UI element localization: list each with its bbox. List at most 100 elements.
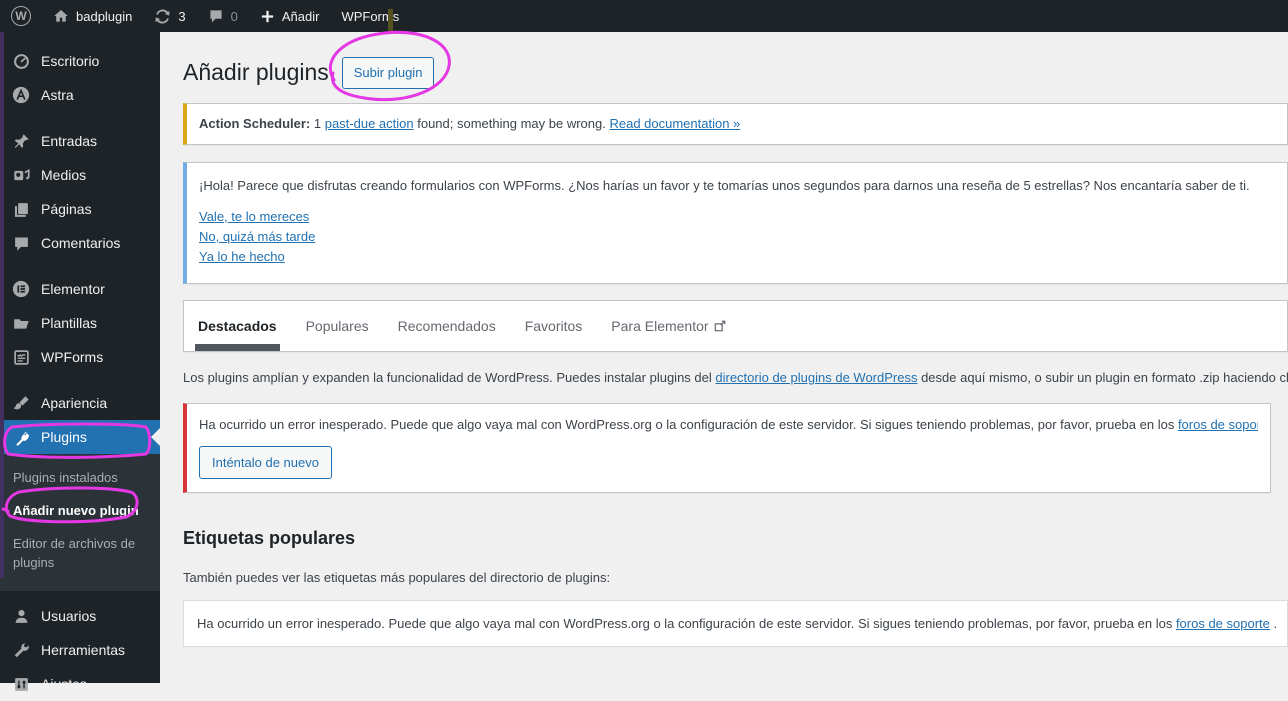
submenu-item-editor-archivos-plugins[interactable]: Editor de archivos de plugins (0, 528, 150, 580)
sidebar-item-label: Plugins (41, 429, 87, 445)
sidebar-item-label: Herramientas (41, 642, 126, 659)
submenu-item-label: Plugins instalados (13, 470, 118, 485)
sidebar-separator (0, 260, 160, 272)
sidebar-item-elementor[interactable]: Elementor (0, 272, 160, 306)
site-name: badplugin (76, 8, 133, 24)
comment-bubble-icon (208, 8, 224, 24)
sidebar-item-label: WPForms (41, 349, 104, 365)
tab-label: Destacados (198, 318, 277, 334)
updates-count: 3 (178, 8, 186, 24)
sidebar-item-label: Medios (41, 167, 87, 183)
tab-label: Favoritos (524, 318, 583, 334)
review-later-link[interactable]: No, quizá más tarde (199, 227, 315, 247)
tab-recomendados[interactable]: Recomendados (398, 301, 496, 351)
new-content-label: Añadir (281, 8, 320, 24)
settings-icon (11, 674, 31, 694)
sidebar-separator (0, 374, 160, 386)
tab-label: Populares (305, 318, 369, 334)
sidebar-item-herramientas[interactable]: Herramientas (0, 633, 160, 667)
media-icon (11, 165, 31, 185)
astra-icon (11, 85, 31, 105)
comments-indicator[interactable]: 0 (197, 0, 249, 32)
site-home-link[interactable]: badplugin (42, 0, 143, 32)
submenu-item-label: Añadir nuevo plugin (13, 502, 139, 518)
popular-tags-description: También puedes ver las etiquetas más pop… (183, 570, 611, 585)
sidebar-item-escritorio[interactable]: Escritorio (0, 44, 160, 78)
sidebar-item-entradas[interactable]: Entradas (0, 124, 160, 158)
intro-text: Los plugins amplían y expanden la funcio… (183, 370, 1288, 385)
sidebar-separator (0, 112, 160, 124)
sidebar-item-astra[interactable]: Astra (0, 78, 160, 112)
pushpin-icon (11, 131, 31, 151)
filter-links: Destacados Populares Recomendados Favori… (195, 301, 726, 351)
tags-error-box: Ha ocurrido un error inesperado. Puede q… (183, 600, 1288, 647)
tab-populares[interactable]: Populares (306, 301, 369, 351)
home-icon (53, 8, 69, 24)
error-text: Ha ocurrido un error inesperado. Puede q… (197, 616, 1176, 631)
action-scheduler-notice: Action Scheduler: 1 past-due action foun… (183, 103, 1288, 145)
wpforms-review-links: Vale, te lo mereces No, quizá más tarde … (199, 207, 1275, 267)
error-text: Ha ocurrido un error inesperado. Puede q… (199, 417, 1178, 432)
comments-icon (11, 233, 31, 253)
sidebar-item-usuarios[interactable]: Usuarios (0, 599, 160, 633)
wpforms-review-notice: ¡Hola! Parece que disfrutas creando form… (183, 161, 1288, 284)
admin-bar: W badplugin 3 0 Añadir WPForms (0, 0, 1288, 32)
past-due-action-link[interactable]: past-due action (325, 116, 414, 131)
sidebar-item-label: Apariencia (41, 395, 108, 411)
submenu-item-plugins-instalados[interactable]: Plugins instalados (0, 462, 160, 495)
page-header: Añadir plugins Subir plugin (183, 55, 1288, 91)
sidebar-item-apariencia[interactable]: Apariencia (0, 386, 160, 420)
artifact-mark (388, 9, 393, 31)
popular-tags-heading: Etiquetas populares (183, 528, 356, 548)
tab-destacados[interactable]: Destacados (195, 301, 280, 351)
sidebar-item-label: Elementor (41, 281, 105, 297)
sidebar-item-label: Páginas (41, 201, 92, 217)
sidebar-item-ajustes[interactable]: Ajustes (0, 667, 160, 701)
sidebar-item-label: Comentarios (41, 235, 121, 251)
error-message: Ha ocurrido un error inesperado. Puede q… (199, 415, 1258, 435)
updates-indicator[interactable]: 3 (143, 0, 196, 32)
sidebar-item-paginas[interactable]: Páginas (0, 192, 160, 226)
wordpress-logo-icon: W (11, 6, 31, 26)
sidebar-separator (0, 591, 160, 599)
window-edge-strip (0, 32, 4, 578)
submenu-item-label: Editor de archivos de plugins (13, 535, 136, 570)
review-done-link[interactable]: Ya lo he hecho (199, 247, 285, 267)
sidebar-item-medios[interactable]: Medios (0, 158, 160, 192)
error-text-suffix: . (1269, 616, 1278, 631)
sidebar-item-wpforms[interactable]: WPForms (0, 340, 160, 374)
plugin-directory-link[interactable]: directorio de plugins de WordPress (715, 370, 917, 385)
sidebar-item-plantillas[interactable]: Plantillas (0, 306, 160, 340)
wpforms-review-message: ¡Hola! Parece que disfrutas creando form… (199, 177, 1250, 193)
tab-para-elementor[interactable]: Para Elementor (611, 301, 725, 351)
user-icon (11, 606, 31, 626)
wp-logo-menu[interactable]: W (0, 0, 42, 32)
notice-text: found; something may be wrong. (413, 116, 610, 131)
tab-label: Para Elementor (611, 318, 709, 334)
tab-label: Recomendados (397, 318, 496, 334)
sidebar-item-label: Astra (41, 87, 74, 103)
read-documentation-link[interactable]: Read documentation » (609, 116, 740, 131)
review-accept-link[interactable]: Vale, te lo mereces (199, 207, 309, 227)
sidebar-item-comentarios[interactable]: Comentarios (0, 226, 160, 260)
new-content-menu[interactable]: Añadir (249, 0, 331, 32)
support-forums-link[interactable]: foros de soporte (1178, 417, 1258, 432)
page-title: Añadir plugins (183, 59, 329, 86)
update-arrows-icon (154, 8, 171, 25)
admin-sidebar: Escritorio Astra Entradas Medios Páginas… (0, 32, 160, 692)
notice-text: 1 (310, 116, 325, 131)
submenu-item-anadir-nuevo-plugin[interactable]: Añadir nuevo plugin (0, 495, 160, 528)
upload-plugin-button[interactable]: Subir plugin (341, 57, 435, 89)
support-forums-link-2[interactable]: foros de soporte (1176, 616, 1270, 631)
sidebar-item-label: Escritorio (41, 53, 100, 69)
wrench-icon (11, 640, 31, 660)
dashboard-icon (11, 51, 31, 71)
adminbar-wpforms-item[interactable]: WPForms (330, 0, 410, 32)
brush-icon (11, 393, 31, 413)
tab-favoritos[interactable]: Favoritos (525, 301, 583, 351)
plugin-filter-bar: Destacados Populares Recomendados Favori… (183, 300, 1288, 352)
plus-icon (260, 9, 275, 24)
retry-button[interactable]: Inténtalo de nuevo (199, 445, 332, 479)
sidebar-item-label: Usuarios (41, 608, 97, 625)
sidebar-item-plugins[interactable]: Plugins (0, 420, 160, 454)
